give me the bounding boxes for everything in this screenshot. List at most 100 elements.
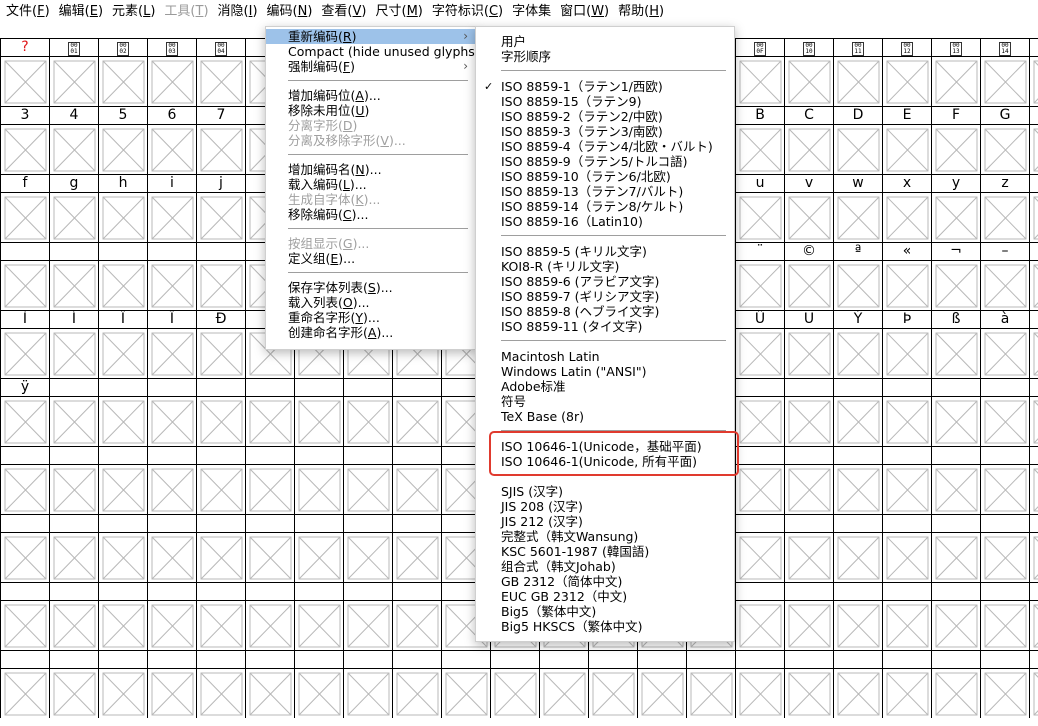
encoding-option[interactable]: ISO 8859-11 (タイ文字) xyxy=(476,319,734,334)
encoding-option[interactable]: Adobe标准 xyxy=(476,379,734,394)
glyph-cell[interactable] xyxy=(147,668,196,718)
glyph-cell[interactable] xyxy=(49,464,98,514)
glyph-cell[interactable] xyxy=(833,464,882,514)
glyph-cell[interactable] xyxy=(441,668,490,718)
glyph-cell[interactable] xyxy=(49,668,98,718)
glyph-cell[interactable] xyxy=(539,668,588,718)
glyph-cell[interactable] xyxy=(882,532,931,582)
glyph-cell[interactable] xyxy=(49,260,98,310)
glyph-cell[interactable] xyxy=(980,260,1029,310)
glyph-cell[interactable] xyxy=(392,464,441,514)
encoding-option[interactable]: Windows Latin ("ANSI") xyxy=(476,364,734,379)
encoding-option[interactable]: GB 2312（简体中文) xyxy=(476,574,734,589)
glyph-cell[interactable] xyxy=(196,192,245,242)
glyph-cell[interactable] xyxy=(0,464,49,514)
glyph-cell[interactable] xyxy=(882,396,931,446)
glyph-cell[interactable] xyxy=(980,532,1029,582)
glyph-cell[interactable] xyxy=(1029,668,1038,718)
glyph-cell[interactable] xyxy=(49,192,98,242)
encoding-option[interactable]: JIS 208 (汉字) xyxy=(476,499,734,514)
glyph-cell[interactable] xyxy=(0,56,49,106)
glyph-cell[interactable] xyxy=(98,260,147,310)
glyph-cell[interactable] xyxy=(735,668,784,718)
glyph-cell[interactable] xyxy=(882,124,931,174)
glyph-cell[interactable] xyxy=(343,600,392,650)
glyph-cell[interactable] xyxy=(1029,600,1038,650)
glyph-cell[interactable] xyxy=(980,464,1029,514)
glyph-cell[interactable] xyxy=(784,668,833,718)
encoding-menu-item[interactable]: 载入列表(O)... xyxy=(266,295,476,310)
glyph-cell[interactable] xyxy=(245,600,294,650)
glyph-cell[interactable] xyxy=(196,260,245,310)
glyph-cell[interactable] xyxy=(735,464,784,514)
glyph-cell[interactable] xyxy=(931,396,980,446)
glyph-cell[interactable] xyxy=(833,396,882,446)
glyph-cell[interactable] xyxy=(98,396,147,446)
glyph-cell[interactable] xyxy=(245,464,294,514)
glyph-cell[interactable] xyxy=(931,56,980,106)
encoding-option[interactable]: SJIS (汉字) xyxy=(476,484,734,499)
glyph-cell[interactable] xyxy=(98,192,147,242)
glyph-cell[interactable] xyxy=(833,532,882,582)
encoding-menu-item[interactable]: 按组显示(G)... xyxy=(266,236,476,251)
glyph-cell[interactable] xyxy=(196,464,245,514)
encoding-menu-item[interactable]: 移除未用位(U) xyxy=(266,103,476,118)
glyph-cell[interactable] xyxy=(196,532,245,582)
glyph-cell[interactable] xyxy=(392,396,441,446)
glyph-cell[interactable] xyxy=(343,668,392,718)
glyph-cell[interactable] xyxy=(98,328,147,378)
glyph-cell[interactable] xyxy=(931,600,980,650)
glyph-cell[interactable] xyxy=(637,668,686,718)
glyph-cell[interactable] xyxy=(980,396,1029,446)
glyph-cell[interactable] xyxy=(784,192,833,242)
encoding-menu-item[interactable]: 分离字形(D) xyxy=(266,118,476,133)
glyph-cell[interactable] xyxy=(196,56,245,106)
glyph-cell[interactable] xyxy=(245,396,294,446)
glyph-cell[interactable] xyxy=(931,532,980,582)
glyph-cell[interactable] xyxy=(98,668,147,718)
encoding-menu-item[interactable]: 定义组(E)... xyxy=(266,251,476,266)
encoding-menu-item[interactable]: 重新编码(R) › xyxy=(266,29,476,44)
glyph-cell[interactable] xyxy=(784,396,833,446)
encoding-menu-item[interactable]: 增加编码名(N)... xyxy=(266,162,476,177)
glyph-cell[interactable] xyxy=(882,192,931,242)
glyph-cell[interactable] xyxy=(49,56,98,106)
glyph-cell[interactable] xyxy=(882,464,931,514)
glyph-cell[interactable] xyxy=(1029,464,1038,514)
glyph-cell[interactable] xyxy=(98,124,147,174)
encoding-option[interactable]: ✓ ISO 8859-1（ラテン1/西欧) xyxy=(476,79,734,94)
glyph-cell[interactable] xyxy=(49,328,98,378)
encoding-option[interactable]: KOI8-R (キリル文字) xyxy=(476,259,734,274)
glyph-cell[interactable] xyxy=(980,124,1029,174)
menu-metrics[interactable]: 尺寸(M) xyxy=(369,0,425,24)
glyph-cell[interactable] xyxy=(196,396,245,446)
glyph-cell[interactable] xyxy=(735,328,784,378)
menu-hints[interactable]: 消隐(I) xyxy=(212,0,261,24)
glyph-cell[interactable] xyxy=(980,192,1029,242)
encoding-option[interactable]: JIS 212 (汉字) xyxy=(476,514,734,529)
glyph-cell[interactable] xyxy=(931,192,980,242)
glyph-cell[interactable] xyxy=(882,328,931,378)
glyph-cell[interactable] xyxy=(735,600,784,650)
glyph-cell[interactable] xyxy=(147,124,196,174)
glyph-cell[interactable] xyxy=(49,396,98,446)
encoding-option[interactable]: ISO 8859-16（Latin10) xyxy=(476,214,734,229)
glyph-cell[interactable] xyxy=(245,668,294,718)
glyph-cell[interactable] xyxy=(980,668,1029,718)
encoding-option[interactable]: ISO 8859-2（ラテン2/中欧) xyxy=(476,109,734,124)
glyph-cell[interactable] xyxy=(98,600,147,650)
glyph-cell[interactable] xyxy=(980,600,1029,650)
glyph-cell[interactable] xyxy=(0,328,49,378)
glyph-cell[interactable] xyxy=(735,192,784,242)
menu-tools[interactable]: 工具(T) xyxy=(158,0,211,24)
glyph-cell[interactable] xyxy=(49,532,98,582)
encoding-option[interactable]: KSC 5601-1987 (韓国語) xyxy=(476,544,734,559)
glyph-cell[interactable] xyxy=(1029,532,1038,582)
glyph-cell[interactable] xyxy=(49,600,98,650)
glyph-cell[interactable] xyxy=(833,56,882,106)
glyph-cell[interactable] xyxy=(98,56,147,106)
encoding-option[interactable]: ISO 8859-14（ラテン8/ケルト) xyxy=(476,199,734,214)
encoding-menu-item[interactable]: Compact (hide unused glyphs) xyxy=(266,44,480,59)
glyph-cell[interactable] xyxy=(0,396,49,446)
glyph-cell[interactable] xyxy=(147,192,196,242)
